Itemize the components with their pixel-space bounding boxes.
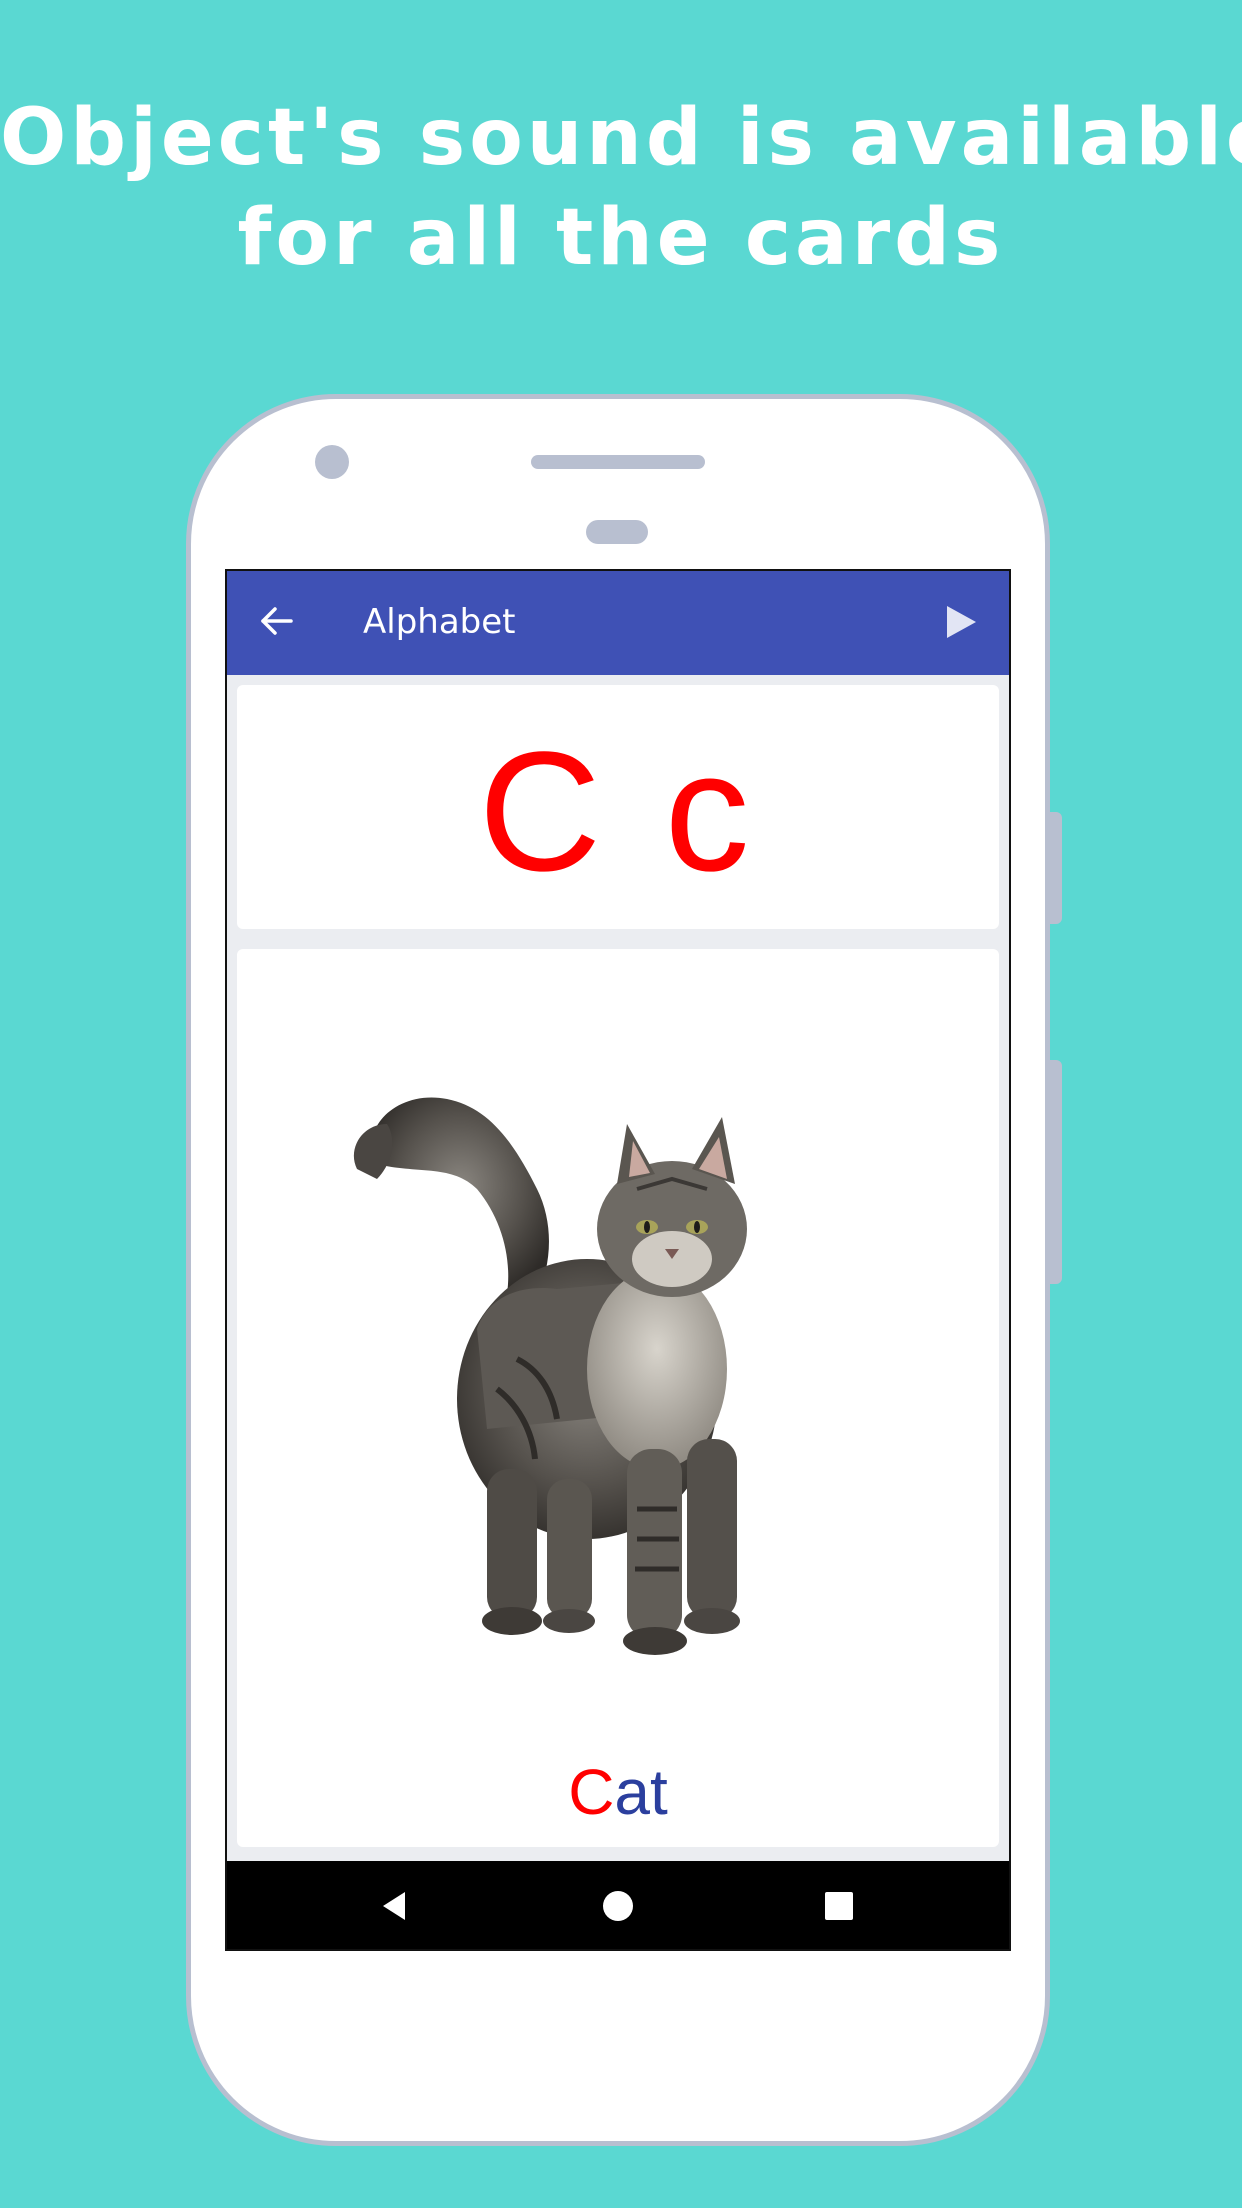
nav-home-circle-icon[interactable] xyxy=(601,1889,635,1923)
object-card[interactable]: Cat xyxy=(237,949,999,1847)
phone-screen: Alphabet C c Cat xyxy=(225,569,1011,1951)
app-bar-title: Alphabet xyxy=(363,602,516,642)
phone-speaker xyxy=(531,455,705,469)
nav-back-triangle-icon[interactable] xyxy=(377,1889,411,1923)
arrow-left-icon[interactable] xyxy=(257,601,297,641)
nav-recents-square-icon[interactable] xyxy=(822,1889,856,1923)
cat-image[interactable] xyxy=(337,1069,807,1689)
phone-power-button xyxy=(1050,812,1062,924)
phone-camera xyxy=(315,445,349,479)
system-nav-bar xyxy=(227,1861,1009,1949)
letter-card[interactable]: C c xyxy=(237,685,999,929)
app-bar: Alphabet xyxy=(227,571,1009,675)
promo-headline: Object's sound is available for all the … xyxy=(0,88,1242,288)
phone-sensor xyxy=(586,520,648,544)
word-first-letter: C xyxy=(568,1756,615,1828)
headline-line-1: Object's sound is available xyxy=(0,93,1242,183)
word-rest: at xyxy=(614,1756,668,1828)
headline-line-2: for all the cards xyxy=(237,193,1005,283)
letter-text: C c xyxy=(478,717,758,907)
object-word: Cat xyxy=(237,1757,999,1827)
phone-volume-button xyxy=(1050,1060,1062,1284)
play-icon[interactable] xyxy=(943,603,979,641)
